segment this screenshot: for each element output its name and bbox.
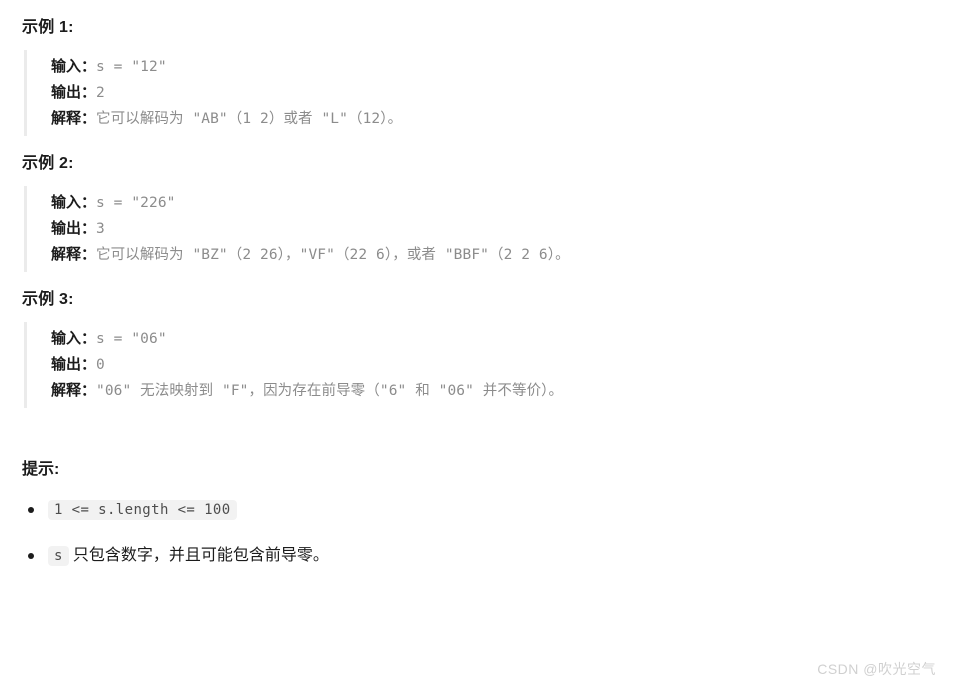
hint-list: 1 <= s.length <= 100 s 只包含数字，并且可能包含前导零。 bbox=[20, 498, 934, 568]
example-quote-3: 输入：s = "06" 输出：0 解释："06" 无法映射到 "F"，因为存在前… bbox=[24, 322, 934, 408]
example-heading-1: 示例 1: bbox=[22, 19, 74, 36]
bullet-icon bbox=[28, 507, 34, 513]
example-heading-3: 示例 3: bbox=[22, 291, 74, 308]
hint-code: s bbox=[48, 546, 69, 566]
example-line-value: s = "226" bbox=[96, 195, 176, 211]
example-line-input: 输入：s = "226" bbox=[51, 190, 934, 216]
example-block-1: 示例 1: 输入：s = "12" 输出：2 解释：它可以解码为 "AB"（1 … bbox=[20, 18, 934, 136]
example-line-label: 输入： bbox=[51, 194, 97, 211]
example-line-label: 输入： bbox=[51, 58, 97, 75]
example-heading-2: 示例 2: bbox=[22, 155, 74, 172]
example-block-3: 示例 3: 输入：s = "06" 输出：0 解释："06" 无法映射到 "F"… bbox=[20, 290, 934, 408]
list-item: 1 <= s.length <= 100 bbox=[20, 498, 934, 522]
example-line-input: 输入：s = "12" bbox=[51, 54, 934, 80]
example-line-label: 解释： bbox=[51, 246, 97, 263]
example-line-explanation: 解释：它可以解码为 "BZ"（2 26），"VF"（22 6），或者 "BBF"… bbox=[51, 242, 934, 268]
example-line-output: 输出：2 bbox=[51, 80, 934, 106]
example-line-label: 解释： bbox=[51, 382, 97, 399]
example-line-label: 输出： bbox=[51, 220, 97, 237]
example-block-2: 示例 2: 输入：s = "226" 输出：3 解释：它可以解码为 "BZ"（2… bbox=[20, 154, 934, 272]
example-line-value: "06" 无法映射到 "F"，因为存在前导零（"6" 和 "06" 并不等价）。 bbox=[96, 383, 564, 399]
document-page: 示例 1: 输入：s = "12" 输出：2 解释：它可以解码为 "AB"（1 … bbox=[0, 0, 954, 687]
example-quote-1: 输入：s = "12" 输出：2 解释：它可以解码为 "AB"（1 2）或者 "… bbox=[24, 50, 934, 136]
example-line-value: 它可以解码为 "AB"（1 2）或者 "L"（12）。 bbox=[96, 111, 403, 127]
hint-code: 1 <= s.length <= 100 bbox=[48, 500, 237, 520]
example-line-value: 3 bbox=[96, 221, 105, 237]
example-line-value: 它可以解码为 "BZ"（2 26），"VF"（22 6），或者 "BBF"（2 … bbox=[96, 247, 570, 263]
hints-section: 提示: 1 <= s.length <= 100 s 只包含数字，并且可能包含前导… bbox=[20, 460, 934, 568]
hints-heading: 提示: bbox=[22, 461, 60, 478]
example-line-label: 解释： bbox=[51, 110, 97, 127]
watermark: CSDN @吹光空气 bbox=[817, 661, 936, 677]
example-line-output: 输出：0 bbox=[51, 352, 934, 378]
example-line-label: 输出： bbox=[51, 356, 97, 373]
list-item: s 只包含数字，并且可能包含前导零。 bbox=[20, 544, 934, 568]
example-line-input: 输入：s = "06" bbox=[51, 326, 934, 352]
example-line-value: 0 bbox=[96, 357, 105, 373]
example-quote-2: 输入：s = "226" 输出：3 解释：它可以解码为 "BZ"（2 26），"… bbox=[24, 186, 934, 272]
example-line-label: 输出： bbox=[51, 84, 97, 101]
example-line-label: 输入： bbox=[51, 330, 97, 347]
example-line-value: s = "12" bbox=[96, 59, 167, 75]
example-line-output: 输出：3 bbox=[51, 216, 934, 242]
hint-text: 只包含数字，并且可能包含前导零。 bbox=[72, 547, 329, 564]
bullet-icon bbox=[28, 553, 34, 559]
example-line-value: s = "06" bbox=[96, 331, 167, 347]
example-line-value: 2 bbox=[96, 85, 105, 101]
example-line-explanation: 解释：它可以解码为 "AB"（1 2）或者 "L"（12）。 bbox=[51, 106, 934, 132]
example-line-explanation: 解释："06" 无法映射到 "F"，因为存在前导零（"6" 和 "06" 并不等… bbox=[51, 378, 934, 404]
